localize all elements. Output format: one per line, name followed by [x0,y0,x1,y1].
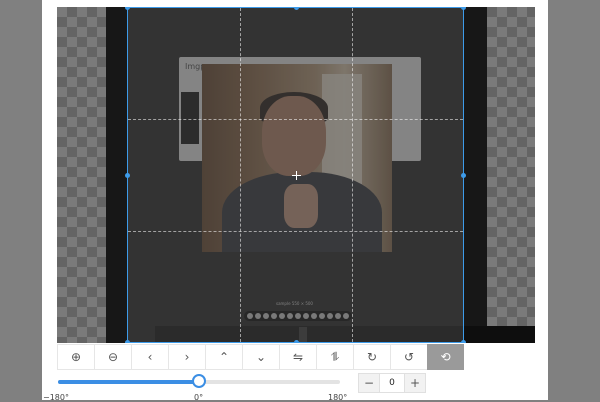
crop-guide-line [240,8,241,342]
zoom-in-icon: ⊕ [70,350,82,364]
flip-vertical-icon: ⥮ [330,349,340,364]
crop-box[interactable] [127,7,464,343]
rotation-slider[interactable] [58,374,340,388]
rotation-max-label: 180° [328,393,348,402]
zoom-out-icon: ⊖ [107,350,119,364]
crop-handle-e[interactable] [461,173,466,178]
rotation-stepper: − 0 + [358,373,426,393]
flip-horizontal-icon: ⇋ [292,350,304,364]
image-canvas: Imgpo sample 550 × 500 [57,7,535,343]
zoom-out-button[interactable]: ⊖ [94,344,131,370]
arrow-left-icon: ‹ [147,350,153,364]
crop-center-icon [292,171,301,180]
flip-horizontal-button[interactable]: ⇋ [279,344,316,370]
crop-handle-s[interactable] [294,340,299,343]
rotate-left-button[interactable]: ↺ [390,344,427,370]
rotation-increment-button[interactable]: + [404,373,426,393]
rotate-right-button[interactable]: ↻ [353,344,390,370]
move-left-button[interactable]: ‹ [131,344,168,370]
move-right-button[interactable]: › [168,344,205,370]
crop-handle-w[interactable] [125,173,130,178]
arrow-right-icon: › [184,350,190,364]
rotation-slider-thumb[interactable] [192,374,206,388]
rotate-right-icon: ↻ [366,350,378,364]
flip-vertical-button[interactable]: ⥮ [316,344,353,370]
zoom-in-button[interactable]: ⊕ [57,344,94,370]
arrow-up-icon: ⌃ [218,350,230,364]
arrow-down-icon: ⌄ [255,350,267,364]
rotate-left-icon: ↺ [403,350,415,364]
reset-button[interactable]: ⟲ [427,344,464,370]
rotation-slider-fill [58,380,199,384]
move-down-button[interactable]: ⌄ [242,344,279,370]
crop-guide-line [128,231,463,232]
rotation-decrement-button[interactable]: − [358,373,380,393]
rotation-value-input[interactable]: 0 [380,373,404,393]
move-up-button[interactable]: ⌃ [205,344,242,370]
edit-toolbar: ⊕ ⊖ ‹ › ⌃ ⌄ ⇋ ⥮ ↻ ↺ ⟲ [57,344,464,370]
crop-guide-line [128,119,463,120]
crop-handle-sw[interactable] [125,340,130,343]
crop-guide-line [352,8,353,342]
reset-icon: ⟲ [440,350,451,364]
rotation-mid-label: 0° [194,393,204,402]
rotation-min-label: −180° [43,393,69,402]
crop-handle-se[interactable] [461,340,466,343]
